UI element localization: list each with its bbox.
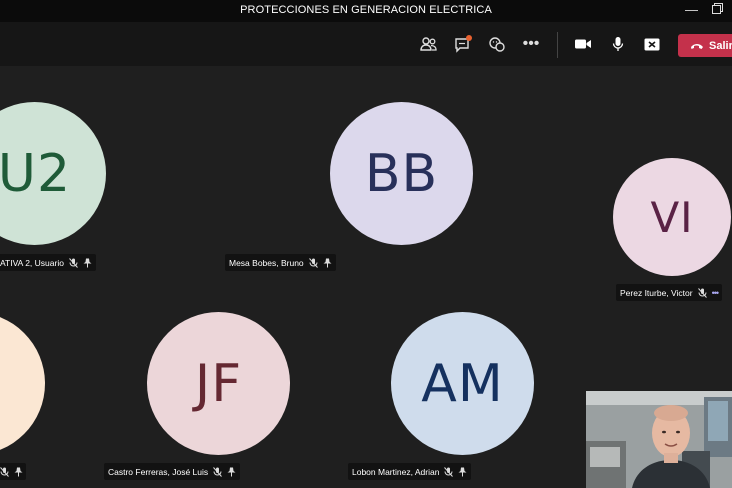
pin-icon[interactable] — [227, 467, 236, 477]
participant-avatar-bb: BB — [330, 102, 473, 245]
minimize-icon[interactable]: — — [685, 2, 698, 17]
pin-icon[interactable] — [83, 258, 92, 268]
muted-mic-icon — [69, 257, 78, 268]
participant-avatar-jf: JF — [147, 312, 290, 455]
toolbar-divider — [557, 32, 558, 58]
participant-name-tag: Lobon Martinez, Adrian — [348, 463, 472, 480]
pin-icon[interactable] — [458, 467, 467, 477]
participant-name: Mesa Bobes, Bruno — [229, 257, 304, 268]
participant-name: ATIVA 2, Usuario — [0, 257, 64, 268]
participant-name-tag — [0, 463, 26, 480]
restore-icon[interactable] — [712, 2, 723, 17]
self-camera-feed — [586, 391, 732, 488]
microphone-button[interactable] — [606, 32, 630, 56]
chat-button[interactable] — [451, 32, 475, 56]
leave-label: Salir — [709, 39, 732, 52]
participant-name-tag: ATIVA 2, Usuario — [0, 254, 96, 271]
participant-name-tag: Mesa Bobes, Bruno — [225, 254, 336, 271]
avatar-initials: BB — [364, 143, 439, 204]
microphone-icon — [612, 37, 624, 51]
unread-dot — [466, 35, 472, 41]
participant-name: Lobon Martinez, Adrian — [352, 466, 440, 477]
avatar-initials: VI — [650, 192, 694, 242]
reactions-icon — [489, 36, 505, 52]
share-screen-button[interactable] — [640, 32, 664, 56]
participant-name: Castro Ferreras, José Luis — [108, 466, 209, 477]
muted-mic-icon — [308, 257, 318, 268]
reactions-button[interactable] — [485, 32, 509, 56]
share-stop-icon — [644, 38, 660, 50]
more-actions-button[interactable]: ••• — [519, 32, 543, 56]
pin-icon[interactable] — [323, 258, 332, 268]
more-options-icon[interactable]: ••• — [712, 288, 720, 298]
pin-icon[interactable] — [14, 467, 23, 477]
muted-mic-icon — [213, 466, 223, 477]
self-video-preview[interactable] — [586, 391, 732, 488]
meeting-toolbar: ••• — [0, 22, 732, 66]
hang-up-icon — [691, 43, 703, 49]
people-icon — [420, 37, 437, 51]
participants-button[interactable] — [417, 32, 441, 56]
muted-mic-icon — [444, 466, 454, 477]
muted-mic-icon — [0, 466, 9, 477]
participant-name-tag: Castro Ferreras, José Luis — [104, 463, 241, 480]
video-camera-icon — [575, 39, 591, 49]
participant-avatar-partial — [0, 312, 45, 455]
participant-name-tag: Perez Iturbe, Victor ••• — [616, 284, 723, 301]
window-title: PROTECCIONES EN GENERACION ELECTRICA — [240, 4, 492, 16]
title-bar: PROTECCIONES EN GENERACION ELECTRICA — — [0, 0, 732, 22]
leave-button[interactable]: Salir — [678, 34, 732, 57]
camera-button[interactable] — [571, 32, 595, 56]
participant-avatar-am: AM — [391, 312, 534, 455]
avatar-initials: JF — [194, 353, 243, 414]
participant-avatar-u2: U2 — [0, 102, 106, 245]
avatar-initials: AM — [421, 353, 504, 414]
muted-mic-icon — [697, 287, 707, 298]
participant-avatar-vi: VI — [613, 158, 731, 276]
ellipsis-icon: ••• — [522, 35, 540, 52]
participant-name: Perez Iturbe, Victor — [620, 287, 693, 298]
avatar-initials: U2 — [0, 143, 72, 204]
